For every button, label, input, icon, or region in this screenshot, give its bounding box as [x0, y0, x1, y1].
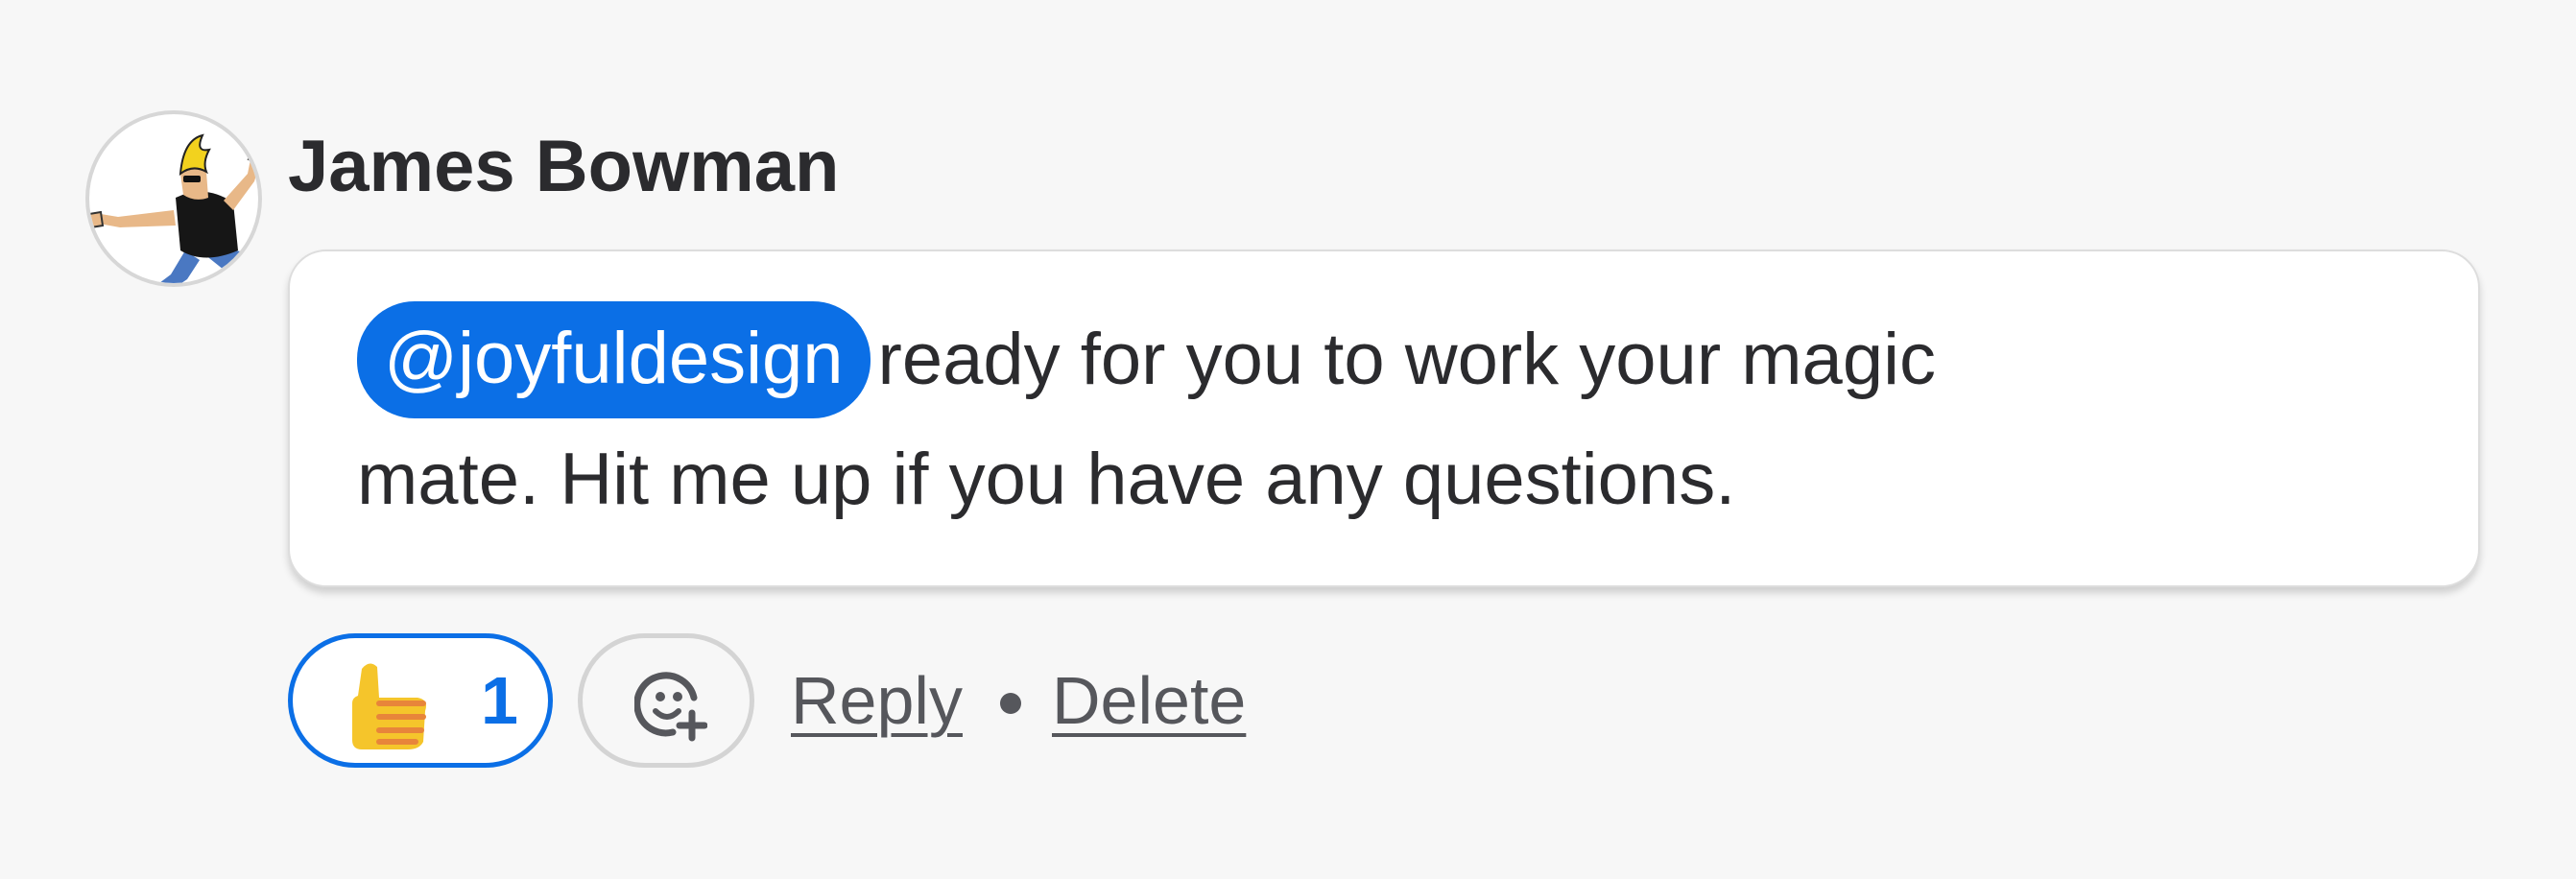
comment-text-line-1: ready for you to work your magic: [877, 319, 1936, 400]
user-mention[interactable]: @joyfuldesign: [357, 301, 871, 418]
add-reaction-button[interactable]: [578, 633, 754, 768]
thumbs-up-icon: [352, 663, 426, 749]
reply-link[interactable]: Reply: [791, 653, 963, 748]
avatar-cartoon-icon: [89, 133, 258, 283]
thumbs-up-reaction-button[interactable]: 1: [288, 633, 553, 768]
comment: James Bowman @joyfuldesign ready for you …: [0, 0, 2576, 879]
delete-link[interactable]: Delete: [1052, 653, 1246, 748]
avatar[interactable]: [85, 110, 262, 287]
reaction-count: 1: [481, 663, 518, 738]
comment-text-line-2: mate. Hit me up if you have any question…: [357, 439, 1736, 520]
comment-author-name: James Bowman: [288, 126, 840, 207]
separator-dot: [1000, 693, 1021, 714]
comment-bubble: @joyfuldesign ready for you to work your …: [288, 249, 2480, 587]
comment-message-line-1: @joyfuldesign ready for you to work your …: [357, 301, 1936, 418]
add-emoji-icon: [634, 672, 707, 742]
